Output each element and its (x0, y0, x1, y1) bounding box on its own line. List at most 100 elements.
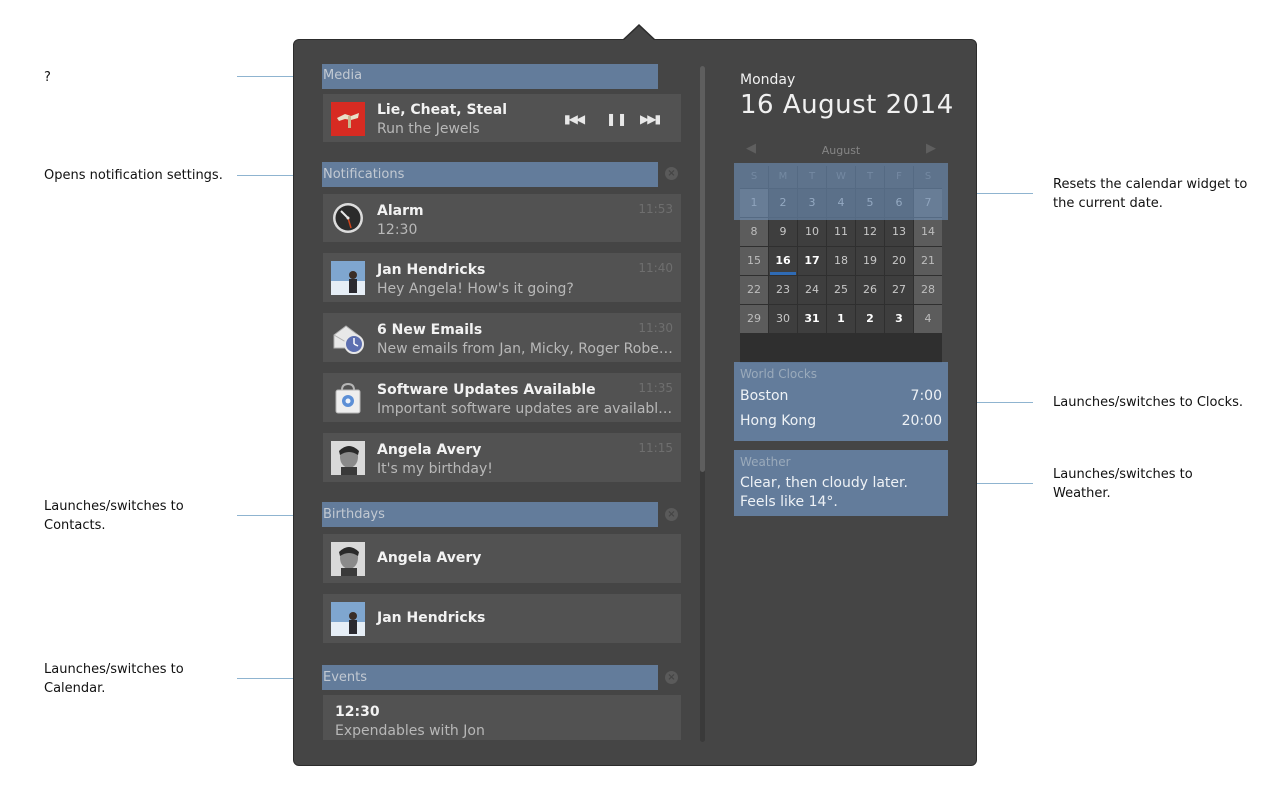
calendar-day-today[interactable]: 16 (769, 247, 797, 275)
scrollbar-thumb[interactable] (700, 66, 705, 472)
pause-icon[interactable]: ❚❚ (606, 112, 628, 126)
media-header-highlight[interactable] (322, 64, 658, 89)
software-bag-icon (331, 381, 365, 415)
annotation-clocks: Launches/switches to Clocks. (1053, 395, 1244, 410)
event-item[interactable]: 12:30 Expendables with Jon (323, 695, 681, 740)
notification-time: 11:53 (638, 202, 673, 216)
calendar-day[interactable]: 26 (856, 276, 884, 304)
media-track-title: Lie, Cheat, Steal (377, 102, 507, 118)
calendar-day[interactable]: 4 (914, 305, 942, 333)
calendar-day[interactable]: 11 (827, 218, 855, 246)
calendar-day[interactable]: 1 (827, 305, 855, 333)
events-section-title: Events (323, 670, 368, 685)
weather-forecast: Clear, then cloudy later. Feels like 14°… (740, 475, 908, 510)
popover-arrow-fill (623, 26, 655, 41)
notification-time: 11:30 (638, 321, 673, 335)
birthdays-section-title: Birthdays (323, 507, 385, 522)
mail-icon (331, 321, 365, 355)
calendar-day[interactable]: 18 (827, 247, 855, 275)
birthday-item[interactable]: Angela Avery (323, 534, 681, 583)
clear-birthdays-close-icon[interactable]: × (665, 508, 678, 521)
notification-time: 11:15 (638, 441, 673, 455)
date-weekday: Monday (740, 72, 796, 88)
world-clock-city: Boston (740, 388, 789, 404)
avatar (331, 542, 365, 576)
annotation-media: ? (44, 70, 51, 85)
birthday-name: Jan Hendricks (377, 610, 486, 626)
event-title: Expendables with Jon (335, 723, 485, 739)
avatar (331, 602, 365, 636)
notifications-section-title: Notifications (323, 167, 405, 182)
weather-title: Weather (740, 455, 791, 469)
clear-events-close-icon[interactable]: × (665, 671, 678, 684)
world-clock-time: 7:00 (910, 388, 942, 404)
calendar-day[interactable]: 15 (740, 247, 768, 275)
clear-notifications-close-icon[interactable]: × (665, 167, 678, 180)
avatar (331, 441, 365, 475)
notification-body: New emails from Jan, Micky, Roger Robert… (377, 341, 675, 357)
world-clock-city: Hong Kong (740, 413, 817, 429)
calendar-next-icon[interactable]: ▶ (926, 141, 936, 156)
calendar-day[interactable]: 2 (856, 305, 884, 333)
annotation-events: Launches/switches to Calendar. (44, 662, 184, 696)
notification-title: Jan Hendricks (377, 262, 486, 278)
annotation-notifications: Opens notification settings. (44, 168, 223, 183)
media-section-title: Media (323, 68, 363, 83)
media-artist: Run the Jewels (377, 121, 480, 137)
notification-item[interactable]: Alarm 12:30 11:53 (323, 194, 681, 242)
notification-item[interactable]: Jan Hendricks Hey Angela! How's it going… (323, 253, 681, 302)
skip-previous-icon[interactable]: ▮◀◀ (564, 112, 585, 126)
notification-body: 12:30 (377, 222, 418, 238)
birthday-item[interactable]: Jan Hendricks (323, 594, 681, 643)
notification-body: It's my birthday! (377, 461, 493, 477)
notification-item[interactable]: Software Updates Available Important sof… (323, 373, 681, 422)
calendar-day[interactable]: 24 (798, 276, 826, 304)
calendar-day[interactable]: 12 (856, 218, 884, 246)
annotation-weather: Launches/switches to Weather. (1053, 467, 1193, 501)
notification-body: Important software updates are available… (377, 401, 675, 417)
calendar-day[interactable]: 28 (914, 276, 942, 304)
calendar-day[interactable]: 23 (769, 276, 797, 304)
media-player-card[interactable]: Lie, Cheat, Steal Run the Jewels ▮◀◀ ❚❚ … (323, 94, 681, 142)
event-time: 12:30 (335, 704, 380, 720)
annotation-birthdays: Launches/switches to Contacts. (44, 499, 184, 533)
calendar-day[interactable]: 21 (914, 247, 942, 275)
calendar-day[interactable]: 3 (885, 305, 913, 333)
skip-next-icon[interactable]: ▶▶▮ (640, 112, 661, 126)
calendar-reset-highlight[interactable] (734, 163, 948, 220)
events-header-highlight[interactable] (322, 665, 658, 690)
date-full: 16 August 2014 (740, 90, 954, 120)
calendar-day[interactable]: 29 (740, 305, 768, 333)
album-art-image (331, 102, 365, 136)
album-art (331, 102, 365, 136)
calendar-day[interactable]: 30 (769, 305, 797, 333)
calendar-month: August (821, 144, 861, 157)
alarm-clock-icon (331, 201, 365, 235)
notification-item[interactable]: 6 New Emails New emails from Jan, Micky,… (323, 313, 681, 362)
calendar-day[interactable]: 9 (769, 218, 797, 246)
avatar (331, 261, 365, 295)
calendar-day[interactable]: 8 (740, 218, 768, 246)
calendar-day[interactable]: 31 (798, 305, 826, 333)
notification-time: 11:35 (638, 381, 673, 395)
notification-title: 6 New Emails (377, 322, 483, 338)
world-clock-time: 20:00 (901, 413, 942, 429)
calendar-day[interactable]: 25 (827, 276, 855, 304)
calendar-day[interactable]: 22 (740, 276, 768, 304)
calendar-day[interactable]: 13 (885, 218, 913, 246)
notification-item[interactable]: Angela Avery It's my birthday! 11:15 (323, 433, 681, 482)
calendar-day[interactable]: 20 (885, 247, 913, 275)
calendar-day[interactable]: 10 (798, 218, 826, 246)
notification-title: Alarm (377, 203, 424, 219)
world-clocks-title: World Clocks (740, 367, 818, 381)
notification-title: Angela Avery (377, 442, 482, 458)
annotation-calendar: Resets the calendar widget to the curren… (1053, 177, 1248, 211)
notification-time: 11:40 (638, 261, 673, 275)
notification-body: Hey Angela! How's it going? (377, 281, 574, 297)
calendar-day[interactable]: 14 (914, 218, 942, 246)
scrollbar[interactable] (700, 66, 705, 742)
calendar-day[interactable]: 17 (798, 247, 826, 275)
notification-title: Software Updates Available (377, 382, 596, 398)
calendar-day[interactable]: 19 (856, 247, 884, 275)
calendar-day[interactable]: 27 (885, 276, 913, 304)
